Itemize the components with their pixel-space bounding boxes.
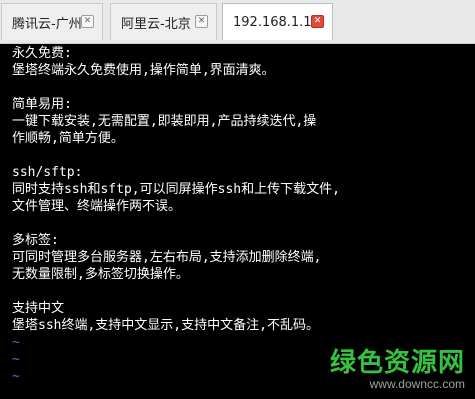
terminal-line: 简单易用: bbox=[12, 97, 72, 112]
tab-close-icon[interactable]: ✕ bbox=[195, 15, 208, 28]
terminal-line: 永久免费: bbox=[12, 46, 72, 61]
watermark-logo: 绿色资源网 bbox=[329, 348, 465, 378]
terminal-line: 可同时管理多台服务器,左右布局,支持添加删除终端, bbox=[12, 250, 322, 265]
tab-label: 阿里云-北京 bbox=[121, 16, 191, 32]
terminal-output[interactable]: 永久免费: 堡塔终端永久免费使用,操作简单,界面清爽。 简单易用: 一键下载安装… bbox=[0, 44, 475, 399]
terminal-line: 一键下载安装,无需配置,即装即用,产品持续迭代,操 bbox=[12, 114, 317, 129]
terminal-window: 腾讯云-广州 ✕ 阿里云-北京 ✕ 192.168.1.19 ✕ 永久免费: 堡… bbox=[0, 0, 475, 399]
tab-close-icon[interactable]: ✕ bbox=[81, 15, 94, 28]
terminal-line: 同时支持ssh和sftp,可以同屏操作ssh和上传下载文件, bbox=[12, 182, 340, 197]
watermark-url: www.downcc.com bbox=[369, 377, 465, 391]
terminal-line: 支持中文 bbox=[12, 301, 65, 316]
tab-close-icon[interactable]: ✕ bbox=[311, 15, 324, 28]
tab-192-168-1-19[interactable]: 192.168.1.19 ✕ bbox=[222, 3, 333, 40]
terminal-line: 无数量限制,多标签切换操作。 bbox=[12, 267, 189, 282]
terminal-line: 堡塔ssh终端,支持中文显示,支持中文备注,不乱码。 bbox=[12, 318, 319, 333]
terminal-line: 堡塔终端永久免费使用,操作简单,界面清爽。 bbox=[12, 63, 275, 78]
tab-aliyun-beijing[interactable]: 阿里云-北京 ✕ bbox=[110, 3, 217, 40]
terminal-line: 文件管理、终端操作两不误。 bbox=[12, 199, 182, 214]
terminal-line: ssh/sftp: bbox=[12, 165, 83, 180]
tab-label: 腾讯云-广州 bbox=[12, 16, 82, 32]
tab-bar: 腾讯云-广州 ✕ 阿里云-北京 ✕ 192.168.1.19 ✕ bbox=[0, 0, 475, 44]
tab-tencent-guangzhou[interactable]: 腾讯云-广州 ✕ bbox=[1, 3, 103, 40]
terminal-line: 作顺畅,简单方便。 bbox=[12, 131, 124, 146]
tab-label: 192.168.1.19 bbox=[233, 14, 320, 30]
watermark: 绿色资源网 www.downcc.com bbox=[330, 349, 465, 391]
terminal-line: 多标签: bbox=[12, 233, 59, 248]
